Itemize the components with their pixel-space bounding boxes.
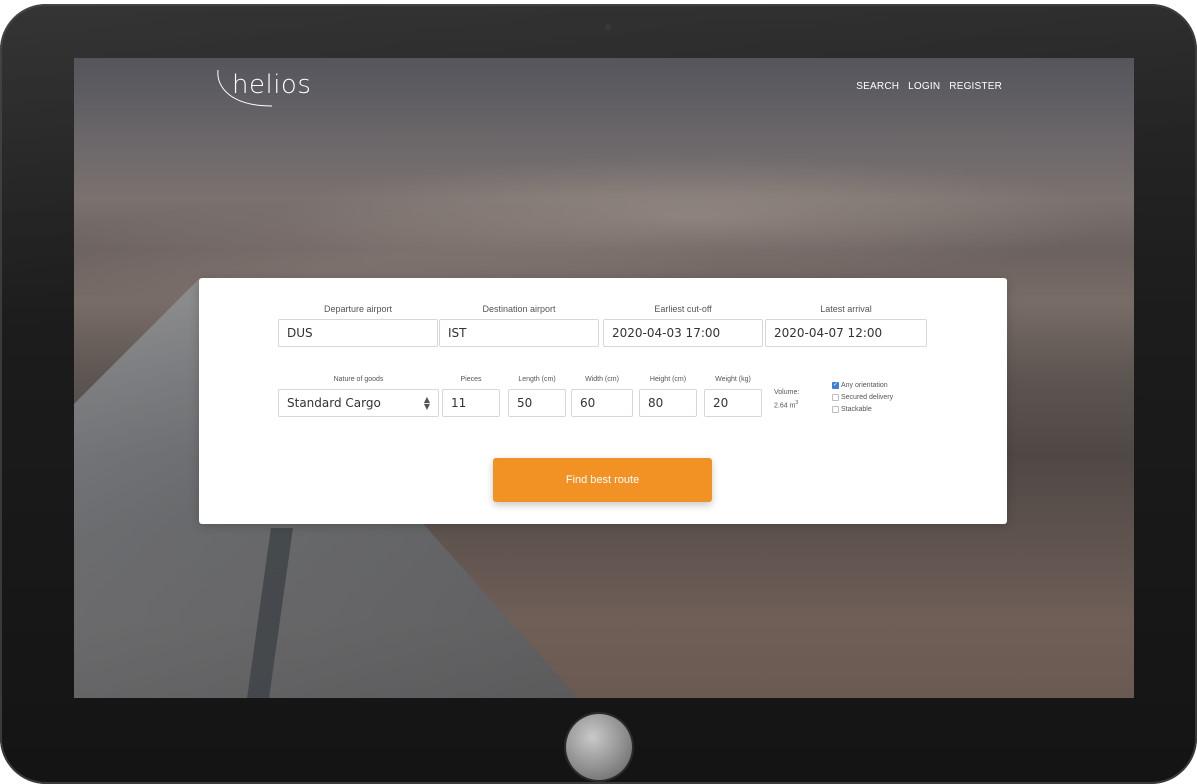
width-input[interactable] [571,389,633,417]
volume-unit-exp: 3 [795,400,799,406]
checkmark-icon: ✓ [832,382,839,388]
volume-readout: Volume: 2.64 m3 [774,387,799,411]
height-label: Height (cm) [649,376,687,383]
volume-value: 2.64 m [774,402,796,410]
cutoff-label: Earliest cut-off [654,304,712,314]
pieces-label: Pieces [460,376,482,383]
nav-register[interactable]: REGISTER [949,81,1002,92]
tablet-frame: helios SEARCH LOGIN REGISTER Departure a… [0,4,1197,784]
option-stackable-label: Stackable [841,406,872,413]
checkbox-any-orientation[interactable]: ✓ [832,382,839,389]
arrival-label: Latest arrival [820,304,872,314]
checkbox-secured-delivery[interactable] [832,394,839,401]
option-any-orientation-label: Any orientation [841,382,888,389]
destination-label: Destination airport [482,304,556,314]
destination-group: Destination airport [439,304,599,347]
arrival-group: Latest arrival [765,304,927,347]
select-arrows-icon: ▲ ▼ [423,395,430,411]
pieces-group: Pieces [442,376,500,417]
destination-input[interactable] [439,319,599,347]
nature-label: Nature of goods [333,376,384,383]
volume-label: Volume: [774,389,800,396]
cargo-options: ✓ Any orientation Secured delivery Stack… [832,380,893,416]
arrival-input[interactable] [765,319,927,347]
cutoff-input[interactable] [603,319,763,347]
departure-input[interactable] [278,319,438,347]
camera-icon [605,24,611,30]
cutoff-group: Earliest cut-off [603,304,763,347]
volume-value-row: 2.64 m3 [774,398,799,411]
departure-group: Departure airport [278,304,438,347]
width-label: Width (cm) [585,376,619,383]
height-input[interactable] [639,389,697,417]
length-group: Length (cm) [508,376,566,417]
weight-group: Weight (kg) [704,376,762,417]
weight-input[interactable] [704,389,762,417]
checkbox-stackable[interactable] [832,406,839,413]
search-card: Departure airport Destination airport Ea… [199,278,1007,524]
logo-text: helios [232,70,312,100]
width-group: Width (cm) [571,376,633,417]
weight-label: Weight (kg) [715,376,751,383]
home-button[interactable] [566,714,632,780]
option-secured-delivery-label: Secured delivery [841,394,894,401]
pieces-input[interactable] [442,389,500,417]
option-any-orientation[interactable]: ✓ Any orientation [832,380,893,391]
nature-select-value: Standard Cargo [287,396,381,410]
nature-select[interactable]: Standard Cargo ▲ ▼ [278,389,439,417]
option-secured-delivery[interactable]: Secured delivery [832,392,893,403]
top-nav: SEARCH LOGIN REGISTER [856,81,1002,92]
option-stackable[interactable]: Stackable [832,404,893,415]
departure-label: Departure airport [323,304,393,314]
length-input[interactable] [508,389,566,417]
screen: helios SEARCH LOGIN REGISTER Departure a… [74,58,1134,698]
height-group: Height (cm) [639,376,697,417]
nature-group: Nature of goods Standard Cargo ▲ ▼ [278,376,439,417]
helios-logo[interactable]: helios [212,68,332,112]
nav-login[interactable]: LOGIN [908,81,940,92]
find-best-route-button[interactable]: Find best route [493,458,712,502]
nav-search[interactable]: SEARCH [856,81,899,92]
length-label: Length (cm) [518,376,556,383]
